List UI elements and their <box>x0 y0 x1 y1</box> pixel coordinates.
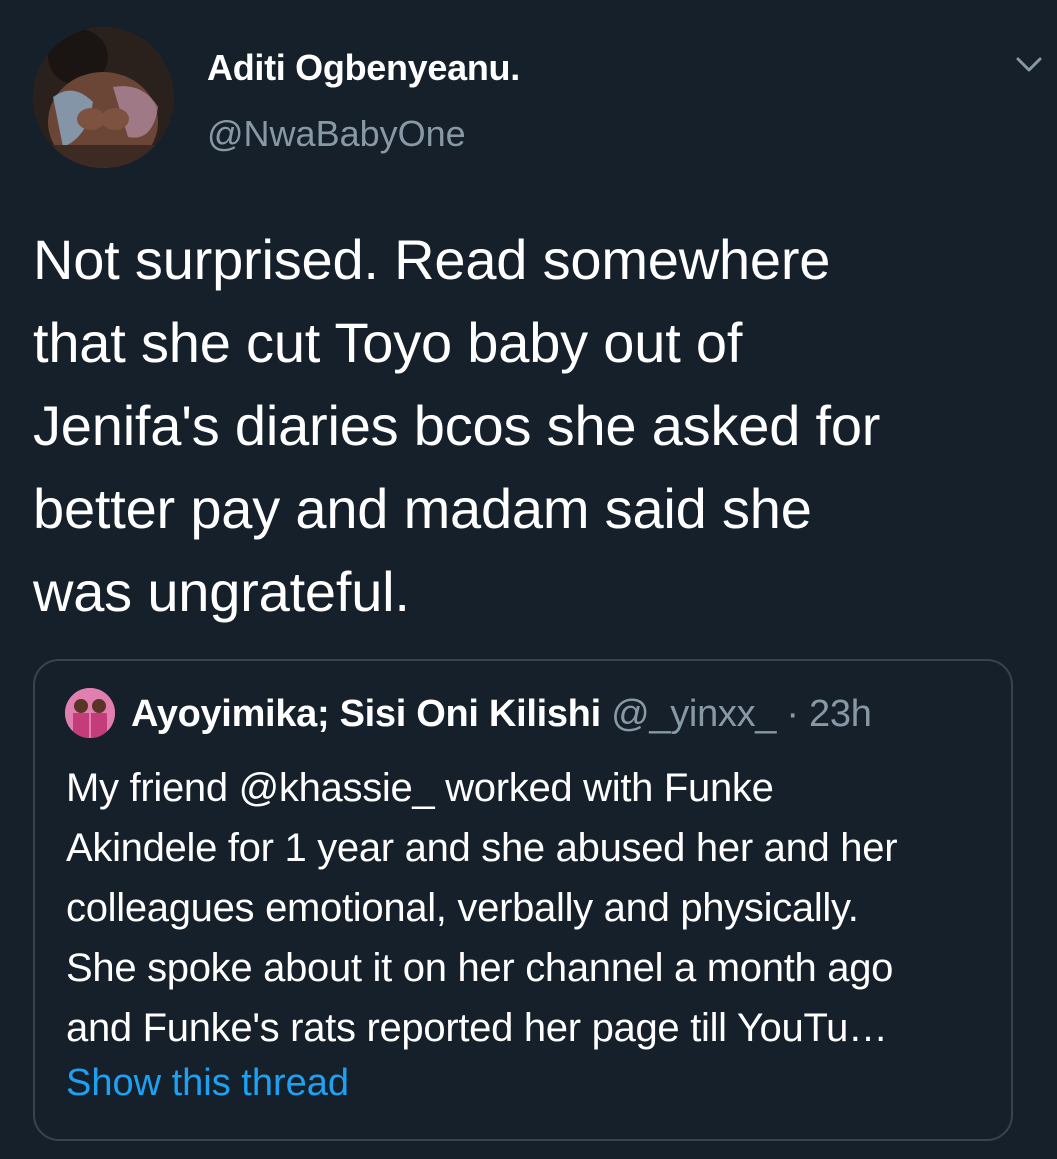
quoted-author-avatar[interactable] <box>65 688 115 738</box>
quoted-author-handle[interactable]: @_yinxx_ <box>611 693 776 735</box>
profile-photo-icon <box>33 27 174 168</box>
tweet: Aditi Ogbenyeanu. @NwaBabyOne Not surpri… <box>0 0 1057 1159</box>
chevron-down-icon[interactable] <box>1012 52 1046 78</box>
author-handle[interactable]: @NwaBabyOne <box>207 113 466 155</box>
author-avatar[interactable] <box>33 27 174 168</box>
quoted-tweet-header: Ayoyimika; Sisi Oni Kilishi @_yinxx_ · 2… <box>131 693 872 736</box>
show-thread-link[interactable]: Show this thread <box>66 1062 349 1105</box>
quoted-tweet-timestamp[interactable]: 23h <box>809 693 872 735</box>
separator-dot: · <box>786 693 799 735</box>
quoted-tweet-card[interactable]: Ayoyimika; Sisi Oni Kilishi @_yinxx_ · 2… <box>33 659 1013 1141</box>
tweet-text: Not surprised. Read somewhere that she c… <box>33 228 881 623</box>
author-name[interactable]: Aditi Ogbenyeanu. <box>207 47 520 89</box>
profile-photo-icon <box>65 688 115 738</box>
quoted-tweet-text: My friend @khassie_ worked with Funke Ak… <box>66 766 898 1050</box>
quoted-author-name[interactable]: Ayoyimika; Sisi Oni Kilishi <box>131 693 601 735</box>
